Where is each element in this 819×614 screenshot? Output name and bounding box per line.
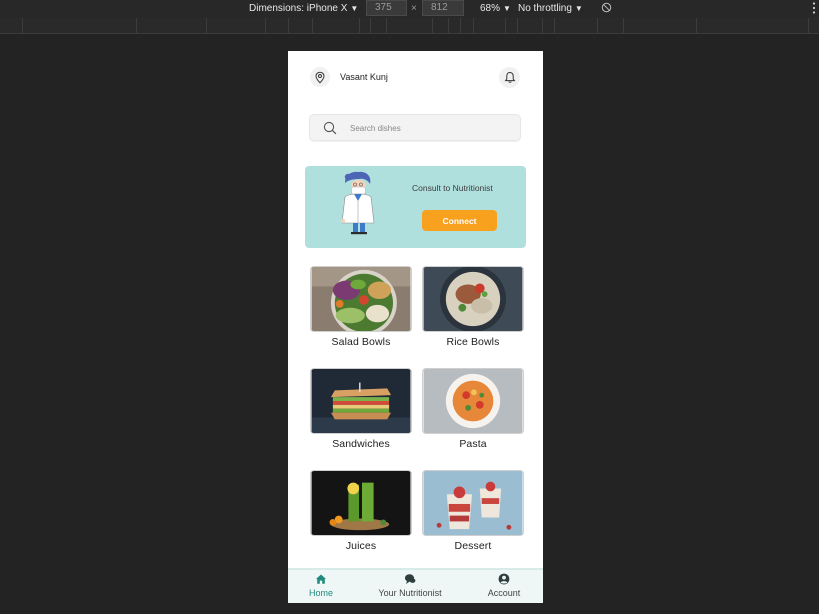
nav-label-home: Home bbox=[308, 588, 333, 598]
search-icon bbox=[323, 121, 337, 135]
device-label: Dimensions: iPhone X bbox=[249, 3, 348, 14]
throttling-caret-icon: ▼ bbox=[574, 4, 583, 13]
more-options-icon[interactable] bbox=[812, 1, 816, 15]
nav-label-your-nutritionist: Your Nutritionist bbox=[378, 588, 442, 598]
location-label[interactable]: Vasant Kunj bbox=[340, 72, 388, 82]
mobile-viewport: Vasant Kunj Consu bbox=[288, 51, 543, 603]
search-input[interactable] bbox=[350, 120, 510, 136]
device-select[interactable]: Dimensions: iPhone X ▼ bbox=[249, 3, 358, 14]
zoom-label: 68% bbox=[480, 3, 501, 14]
doctor-illustration bbox=[341, 171, 375, 235]
category-label: Rice Bowls bbox=[446, 336, 500, 348]
category-tile-rice-bowls[interactable]: Rice Bowls bbox=[422, 266, 524, 348]
notification-bell-icon[interactable] bbox=[499, 67, 520, 88]
zoom-caret-icon: ▼ bbox=[503, 4, 511, 13]
pasta-image bbox=[422, 368, 524, 434]
nav-label-account: Account bbox=[487, 588, 521, 598]
nutritionist-banner: Consult to Nutritionist Connect bbox=[305, 166, 526, 248]
connect-button[interactable]: Connect bbox=[422, 210, 497, 231]
category-label: Pasta bbox=[459, 438, 487, 450]
zoom-select[interactable]: 68% ▼ bbox=[480, 3, 511, 14]
banner-title: Consult to Nutritionist bbox=[412, 183, 493, 193]
rotate-icon[interactable] bbox=[601, 2, 612, 13]
account-icon bbox=[498, 573, 510, 585]
category-tile-salad-bowls[interactable]: Salad Bowls bbox=[310, 266, 412, 348]
times-sign: × bbox=[411, 3, 417, 14]
category-tile-dessert[interactable]: Dessert bbox=[422, 470, 524, 552]
category-tile-sandwiches[interactable]: Sandwiches bbox=[310, 368, 412, 450]
media-query-ruler bbox=[0, 18, 819, 34]
nav-item-account[interactable]: Account bbox=[464, 573, 543, 598]
category-label: Dessert bbox=[454, 540, 492, 552]
rice-bowl-image bbox=[422, 266, 524, 332]
throttling-label: No throttling bbox=[518, 3, 572, 14]
location-pin-icon[interactable] bbox=[310, 67, 330, 87]
search-bar[interactable] bbox=[309, 114, 521, 141]
home-icon bbox=[316, 574, 326, 584]
throttling-select[interactable]: No throttling ▼ bbox=[518, 3, 583, 14]
chat-icon bbox=[404, 574, 416, 584]
juice-image bbox=[310, 470, 412, 536]
devtools-toolbar: Dimensions: iPhone X ▼ 375 × 812 68% ▼ No … bbox=[0, 0, 819, 18]
category-tile-pasta[interactable]: Pasta bbox=[422, 368, 524, 450]
height-input[interactable]: 812 bbox=[422, 0, 464, 16]
bottom-navigation: Home Your Nutritionist Account bbox=[288, 568, 543, 603]
category-label: Sandwiches bbox=[332, 438, 390, 450]
category-tile-juices[interactable]: Juices bbox=[310, 470, 412, 552]
sandwich-image bbox=[310, 368, 412, 434]
nav-item-home[interactable]: Home bbox=[288, 573, 361, 598]
width-input[interactable]: 375 bbox=[366, 0, 407, 16]
salad-bowl-image bbox=[310, 266, 412, 332]
device-caret-icon: ▼ bbox=[350, 4, 359, 13]
category-label: Juices bbox=[345, 540, 377, 552]
nav-item-your-nutritionist[interactable]: Your Nutritionist bbox=[370, 573, 450, 598]
category-label: Salad Bowls bbox=[331, 336, 391, 348]
dessert-image bbox=[422, 470, 524, 536]
